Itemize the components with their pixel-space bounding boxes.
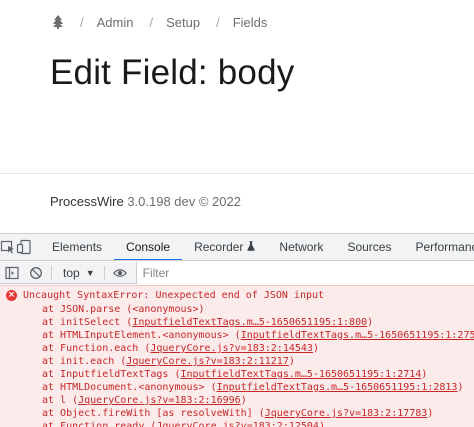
stack-frame-source-link[interactable]: InputfieldTextTags.m…5-1650651195:1:2714 — [180, 369, 421, 380]
stack-frame: at JSON.parse (<anonymous>) — [42, 303, 474, 316]
stack-frame-function: at HTMLInputElement.<anonymous> ( — [42, 330, 241, 341]
stack-frame-source-link[interactable]: JqueryCore.js?v=183:2:14543 — [150, 343, 313, 354]
breadcrumb-setup[interactable]: Setup — [166, 15, 200, 30]
stack-frame-suffix: ) — [427, 408, 434, 419]
stack-frame-suffix: ) — [457, 382, 464, 393]
breadcrumb-separator: / — [80, 14, 84, 30]
toolbar-divider — [51, 265, 52, 280]
stack-frame: at HTMLDocument.<anonymous> (InputfieldT… — [42, 381, 474, 394]
stack-frame-source-link[interactable]: InputfieldTextTags.m…5-1650651195:1:2813 — [217, 382, 458, 393]
stack-frame-source-link[interactable]: JqueryCore.js?v=183:2:11217 — [126, 356, 289, 367]
footer-divider — [0, 173, 474, 174]
devtools-tabbar: Elements Console Recorder Network Source… — [0, 234, 474, 261]
stack-frame-function: at HTMLDocument.<anonymous> ( — [42, 382, 217, 393]
console-toolbar: top ▼ Filter — [0, 261, 474, 284]
footer: ProcessWire 3.0.198 dev © 2022 — [50, 194, 241, 209]
tab-console[interactable]: Console — [114, 234, 183, 260]
stack-frame: at init.each (JqueryCore.js?v=183:2:1121… — [42, 355, 474, 368]
stack-frame-source-link[interactable]: JqueryCore.js?v=183:2:16996 — [78, 395, 241, 406]
stack-frame-suffix: ) — [318, 421, 325, 427]
breadcrumb-fields[interactable]: Fields — [233, 15, 268, 30]
stack-frame: at l (JqueryCore.js?v=183:2:16996) — [42, 394, 474, 407]
stack-frame: at InputfieldTextTags (InputfieldTextTag… — [42, 368, 474, 381]
stack-frame: at Function.each (JqueryCore.js?v=183:2:… — [42, 342, 474, 355]
breadcrumb-separator: / — [216, 14, 220, 30]
stack-frame-function: at Function.ready ( — [42, 421, 157, 427]
inspect-element-icon[interactable] — [0, 234, 16, 260]
stack-frame-source-link[interactable]: JqueryCore.js?v=183:2:17783 — [265, 408, 428, 419]
tree-icon[interactable] — [52, 15, 64, 29]
devtools-panel: Elements Console Recorder Network Source… — [0, 233, 474, 427]
admin-page: / Admin / Setup / Fields Edit Field: bod… — [0, 0, 474, 233]
stack-frame-suffix: ) — [312, 343, 319, 354]
tab-sources[interactable]: Sources — [335, 234, 403, 260]
caret-down-icon: ▼ — [85, 267, 95, 278]
tab-network[interactable]: Network — [267, 234, 335, 260]
footer-brand-link[interactable]: ProcessWire — [50, 194, 124, 209]
breadcrumb-admin[interactable]: Admin — [97, 15, 134, 30]
toolbar-divider — [103, 265, 105, 280]
page-title: Edit Field: body — [50, 53, 295, 92]
console-output: × Uncaught SyntaxError: Unexpected end o… — [0, 285, 474, 427]
stack-frame-function: at l ( — [42, 395, 79, 406]
stack-frame-function: at initSelect ( — [42, 317, 133, 328]
stack-frame-suffix: ) — [288, 356, 295, 367]
live-expression-eye-icon[interactable] — [108, 262, 132, 284]
stack-frame-function: at JSON.parse (<anonymous>) — [42, 304, 205, 315]
context-label: top — [63, 265, 80, 280]
stack-frame-suffix: ) — [421, 369, 428, 380]
tab-recorder-label: Recorder — [194, 240, 244, 254]
tab-performance[interactable]: Performance — [403, 234, 474, 260]
stack-frame-function: at Function.each ( — [42, 343, 151, 354]
flask-icon — [247, 240, 256, 254]
clear-console-icon[interactable] — [24, 262, 48, 284]
stack-frame-function: at InputfieldTextTags ( — [42, 369, 181, 380]
stack-frame-suffix: ) — [367, 317, 374, 328]
tab-recorder[interactable]: Recorder — [182, 234, 267, 260]
stack-frame-source-link[interactable]: InputfieldTextTags.m…5-1650651195:1:800 — [132, 317, 367, 328]
footer-version: 3.0.198 dev © 2022 — [127, 194, 241, 209]
filter-input[interactable]: Filter — [135, 261, 474, 284]
context-selector[interactable]: top ▼ — [55, 266, 101, 280]
stack-frame: at Function.ready (JqueryCore.js?v=183:2… — [42, 420, 474, 427]
stack-frame: at Object.fireWith [as resolveWith] (Jqu… — [42, 407, 474, 420]
error-icon: × — [6, 290, 17, 301]
breadcrumb: / Admin / Setup / Fields — [52, 14, 267, 30]
stack-frame: at HTMLInputElement.<anonymous> (Inputfi… — [42, 329, 474, 342]
sidebar-toggle-icon[interactable] — [0, 262, 24, 284]
tab-elements[interactable]: Elements — [40, 234, 114, 260]
stack-frame-suffix: ) — [240, 395, 247, 406]
stack-trace: at JSON.parse (<anonymous>) at initSelect… — [42, 303, 474, 427]
stack-frame-source-link[interactable]: InputfieldTextTags.m…5-1650651195:1:2755 — [241, 330, 474, 341]
stack-frame: at initSelect (InputfieldTextTags.m…5-16… — [42, 316, 474, 329]
stack-frame-source-link[interactable]: JqueryCore.js?v=183:2:12504 — [156, 421, 319, 427]
error-text: Uncaught SyntaxError: Unexpected end of … — [23, 290, 325, 301]
console-error-message[interactable]: × Uncaught SyntaxError: Unexpected end o… — [6, 290, 324, 301]
device-toolbar-icon[interactable] — [16, 234, 32, 260]
stack-frame-function: at Object.fireWith [as resolveWith] ( — [42, 408, 265, 419]
breadcrumb-separator: / — [149, 14, 154, 30]
stack-frame-function: at init.each ( — [42, 356, 127, 367]
